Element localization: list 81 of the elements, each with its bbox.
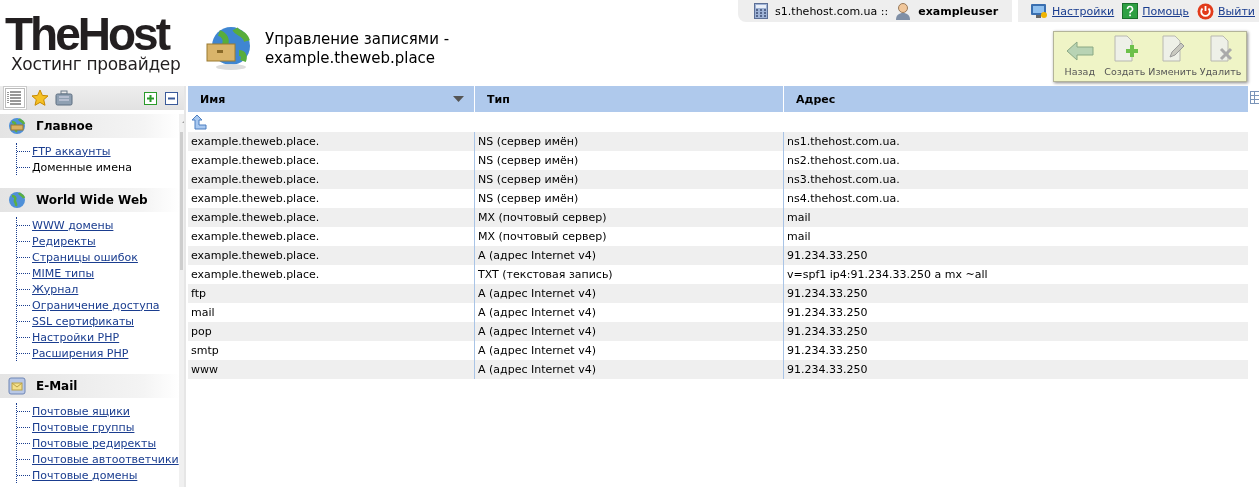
table-cell: 91.234.33.250: [783, 284, 1248, 303]
logout-link[interactable]: Выйти: [1197, 2, 1255, 20]
logo-tagline: Хостинг провайдер: [11, 54, 181, 74]
star-icon[interactable]: [31, 89, 49, 107]
section-title: World Wide Web: [36, 193, 148, 207]
section-title: Главное: [36, 119, 93, 133]
sidebar-link[interactable]: WWW домены: [32, 218, 114, 232]
up-level-icon[interactable]: [191, 114, 207, 130]
help-icon: [1122, 3, 1139, 19]
document-plus-icon: [1111, 35, 1138, 63]
column-chooser-icon[interactable]: [1250, 91, 1259, 104]
sidebar-link[interactable]: Почтовые группы: [32, 420, 135, 434]
column-header[interactable]: Адрес: [783, 86, 1248, 112]
create-button[interactable]: Создать: [1103, 35, 1147, 77]
document-pencil-icon: [1159, 35, 1186, 63]
expand-all-icon[interactable]: [144, 91, 157, 105]
table-cell: 91.234.33.250: [783, 360, 1248, 379]
calculator-icon: [754, 3, 769, 19]
page-title: Управление записями - example.theweb.place: [265, 30, 451, 68]
table-cell: NS (сервер имён): [474, 170, 783, 189]
sidebar-link[interactable]: Журнал: [32, 282, 79, 296]
section-title: E-Mail: [36, 379, 78, 393]
table-cell-text: example.theweb.place.: [190, 153, 321, 169]
sidebar-link[interactable]: Почтовые ящики: [32, 404, 130, 418]
back-button[interactable]: Назад: [1058, 35, 1102, 77]
briefcase-icon[interactable]: [55, 90, 73, 106]
table-cell: ns3.thehost.com.ua.: [783, 170, 1248, 189]
globe-drawer-icon: [205, 25, 251, 71]
table-cell: example.theweb.place.: [188, 132, 474, 151]
sidebar-link[interactable]: SSL сертификаты: [32, 314, 134, 328]
power-icon: [1197, 2, 1215, 20]
table-cell: A (адрес Internet v4): [474, 322, 783, 341]
help-link[interactable]: Помощь: [1122, 3, 1190, 19]
list-icon[interactable]: [5, 88, 25, 108]
sidebar-link[interactable]: Почтовые редиректы: [32, 436, 157, 450]
table-cell-text: smtp: [190, 343, 220, 359]
globe-icon: [8, 191, 26, 209]
logo: TheHost: [5, 14, 168, 54]
table-cell: example.theweb.place.: [188, 170, 474, 189]
mail-icon: [8, 377, 26, 395]
edit-button[interactable]: Изменить: [1148, 35, 1197, 77]
sidebar-link[interactable]: Редиректы: [32, 234, 96, 248]
delete-button[interactable]: Удалить: [1199, 35, 1242, 77]
table-cell: A (адрес Internet v4): [474, 360, 783, 379]
table-cell-text: mail: [190, 305, 216, 321]
column-header[interactable]: Имя: [188, 86, 474, 112]
globe-icon: [8, 117, 26, 135]
back-arrow-icon: [1064, 39, 1095, 63]
server-name: s1.thehost.com.ua ::: [775, 4, 889, 18]
username: exampleuser: [918, 4, 999, 18]
table-cell: example.theweb.place.: [188, 246, 474, 265]
sidebar-link[interactable]: Настройки PHP: [32, 330, 120, 344]
table-cell: 91.234.33.250: [783, 322, 1248, 341]
table-cell: pop: [188, 322, 474, 341]
sidebar-link[interactable]: Расширения PHP: [32, 346, 129, 360]
sidebar-link[interactable]: MIME типы: [32, 266, 95, 280]
sidebar-link[interactable]: Почтовые автоответчики: [32, 452, 179, 466]
collapse-all-icon[interactable]: [165, 91, 178, 105]
table-cell-text: example.theweb.place.: [190, 267, 321, 283]
table-cell-text: example.theweb.place.: [190, 191, 321, 207]
table-cell: mail: [783, 208, 1248, 227]
table-cell: MX (почтовый сервер): [474, 208, 783, 227]
table-cell: 91.234.33.250: [783, 246, 1248, 265]
settings-link[interactable]: Настройки: [1030, 3, 1115, 19]
table-cell-text: example.theweb.place.: [190, 229, 321, 245]
table-cell: ftp: [188, 284, 474, 303]
table-cell: example.theweb.place.: [188, 208, 474, 227]
monitor-icon: [1030, 3, 1049, 19]
user-icon: [895, 2, 912, 20]
sidebar-link[interactable]: Почтовые домены: [32, 468, 138, 482]
column-header[interactable]: Тип: [474, 86, 783, 112]
table-cell: A (адрес Internet v4): [474, 246, 783, 265]
document-cross-icon: [1207, 35, 1234, 63]
sidebar-link[interactable]: Страницы ошибок: [32, 250, 138, 264]
table-cell: A (адрес Internet v4): [474, 284, 783, 303]
sidebar-link[interactable]: Ограничение доступа: [32, 298, 160, 312]
sidebar-link[interactable]: Доменные имена: [32, 160, 132, 174]
sidebar-link[interactable]: FTP аккаунты: [32, 144, 111, 158]
table-cell: www: [188, 360, 474, 379]
table-cell: NS (сервер имён): [474, 132, 783, 151]
table-cell: ns1.thehost.com.ua.: [783, 132, 1248, 151]
